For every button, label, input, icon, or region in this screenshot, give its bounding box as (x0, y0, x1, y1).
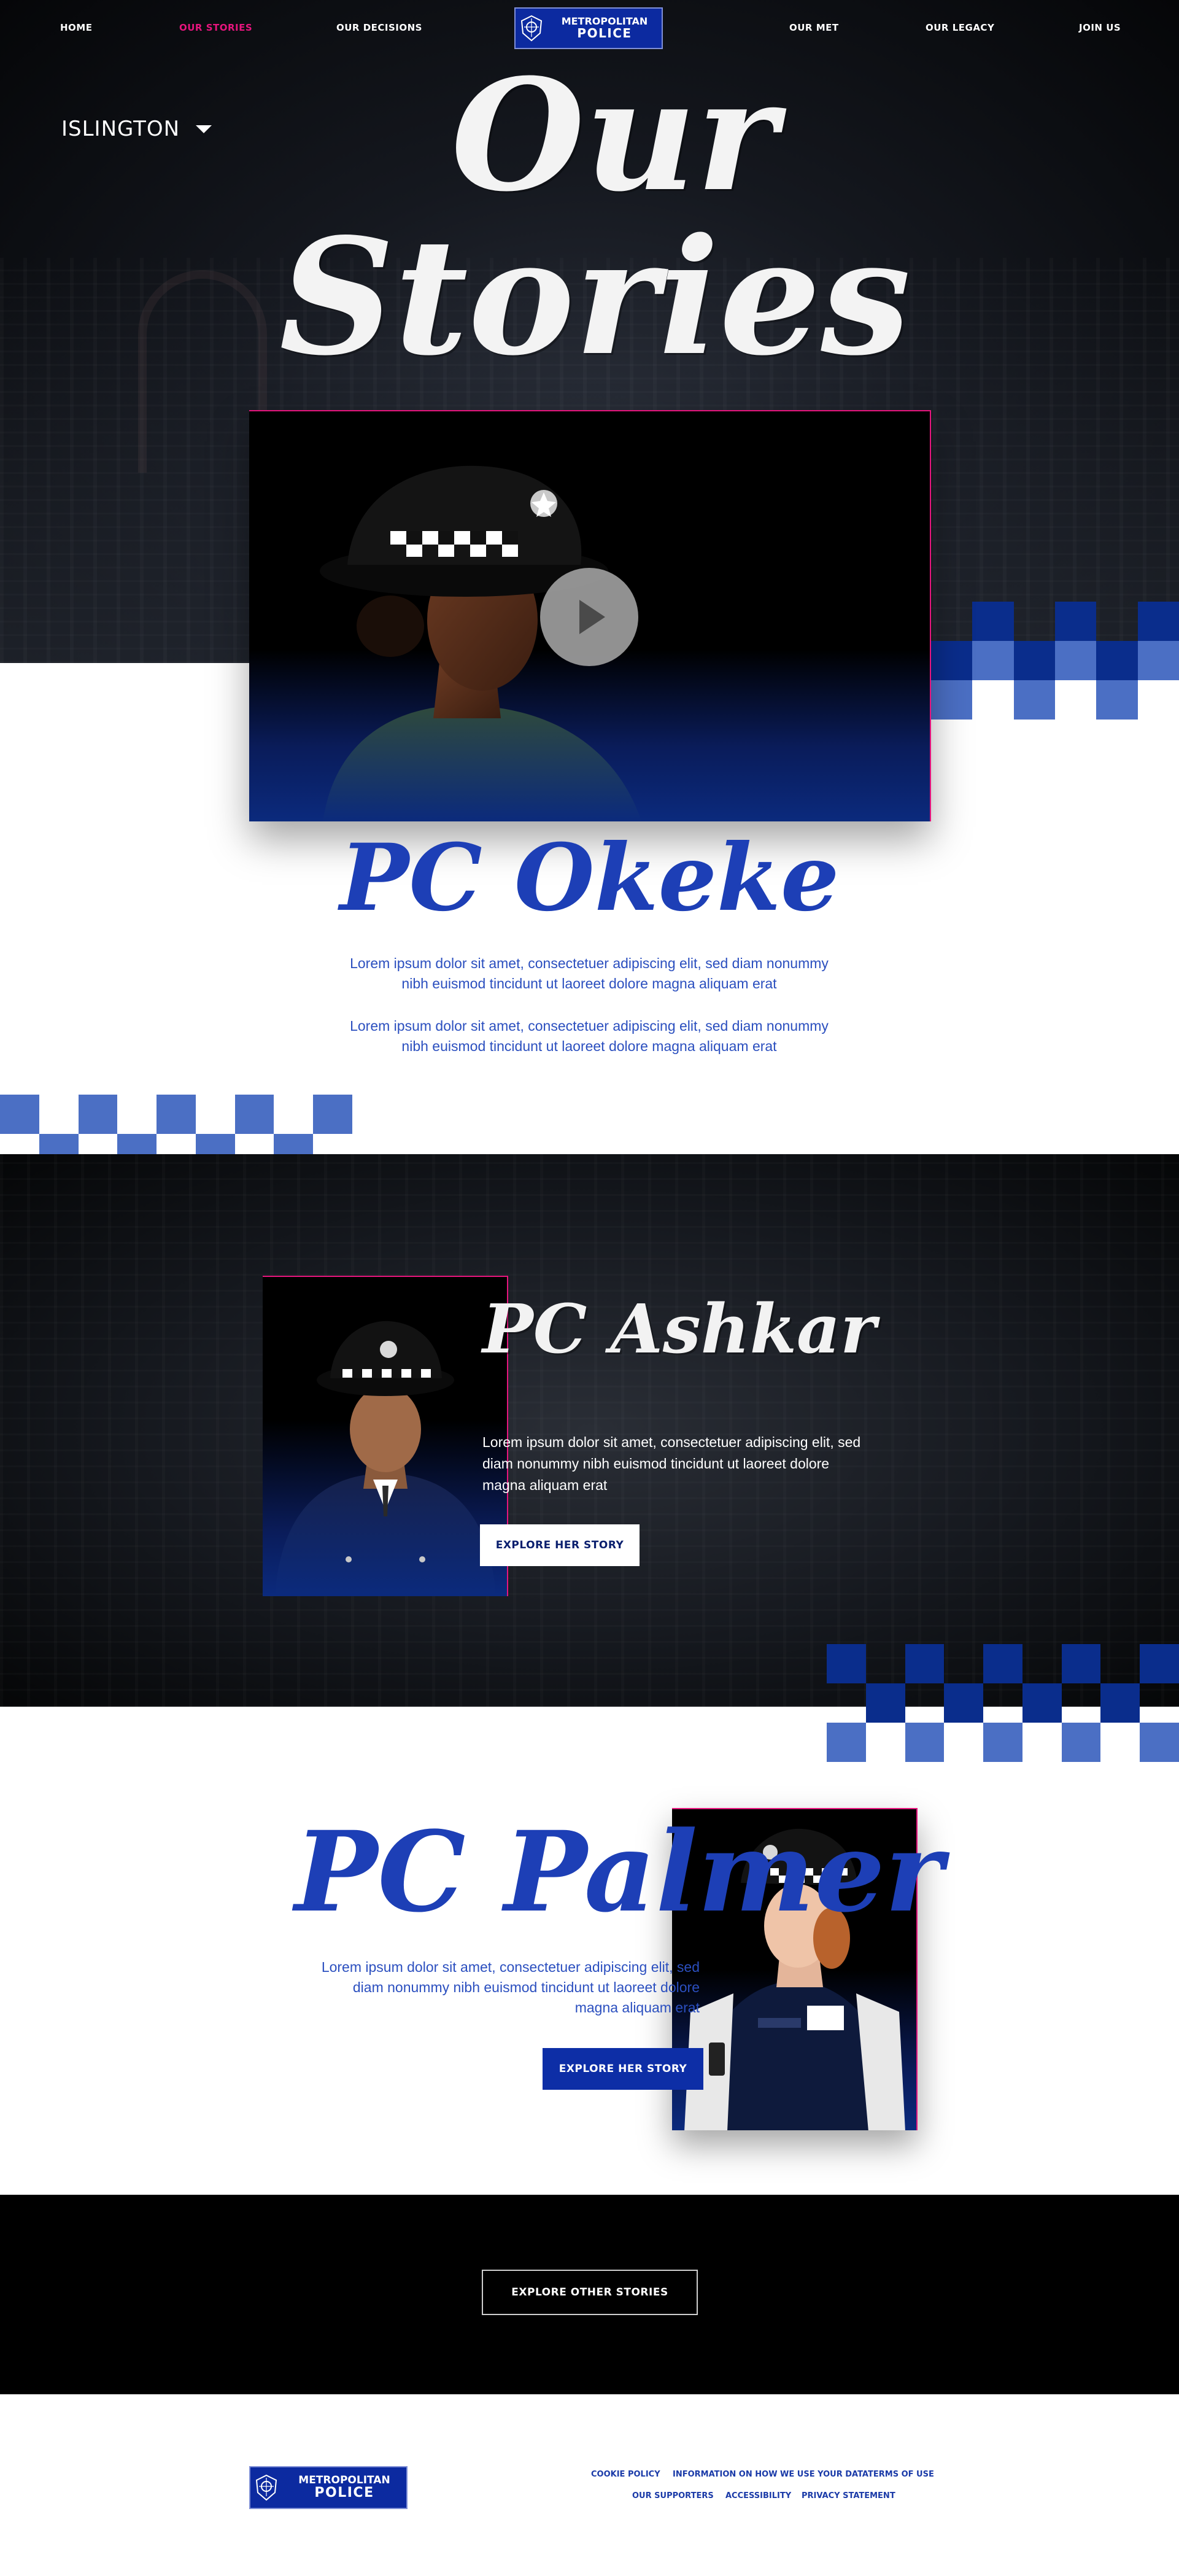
checker-pattern-right (827, 1644, 1179, 1762)
footer-link-accessibility[interactable]: ACCESSIBILITY (725, 2491, 791, 2500)
footer-logo-line-1: METROPOLITAN (298, 2473, 390, 2486)
ashkar-photo-card (263, 1276, 508, 1596)
hero-title-line-2: Stories (279, 204, 911, 391)
city-arch-decoration (138, 270, 267, 473)
met-logo-header[interactable]: METROPOLITAN POLICE (514, 7, 663, 49)
play-icon (579, 600, 605, 634)
borough-selector[interactable]: ISLINGTON (61, 117, 212, 141)
palmer-explore-button[interactable]: EXPLORE HER STORY (543, 2048, 703, 2090)
ashkar-paragraph: Lorem ipsum dolor sit amet, consectetuer… (482, 1434, 861, 1493)
explore-section: EXPLORE OTHER STORIES (0, 2195, 1179, 2394)
chevron-down-icon (196, 125, 212, 133)
logo-line-2: POLICE (577, 25, 632, 41)
okeke-paragraph-1: Lorem ipsum dolor sit amet, consectetuer… (350, 955, 829, 991)
palmer-name: PC Palmer (295, 1807, 943, 1937)
met-logo-footer[interactable]: METROPOLITAN POLICE (249, 2466, 408, 2509)
play-button[interactable] (540, 568, 638, 666)
footer-link-data-usage[interactable]: INFORMATION ON HOW WE USE YOUR DATA (673, 2470, 868, 2479)
footer-link-privacy[interactable]: PRIVACY STATEMENT (802, 2491, 895, 2500)
nav-our-met[interactable]: OUR MET (789, 22, 839, 33)
nav-home[interactable]: HOME (60, 22, 92, 33)
explore-other-stories-button[interactable]: EXPLORE OTHER STORIES (482, 2270, 698, 2315)
crest-icon (516, 12, 547, 44)
footer-link-terms[interactable]: TERMS OF USE (868, 2470, 934, 2479)
nav-our-stories[interactable]: OUR STORIES (179, 22, 252, 33)
borough-label: ISLINGTON (61, 117, 180, 141)
footer-link-supporters[interactable]: OUR SUPPORTERS (632, 2491, 714, 2500)
footer-logo-line-2: POLICE (314, 2485, 374, 2501)
footer-link-cookie-policy[interactable]: COOKIE POLICY (591, 2470, 660, 2479)
okeke-paragraph-2: Lorem ipsum dolor sit amet, consectetuer… (350, 1018, 829, 1054)
nav-our-legacy[interactable]: OUR LEGACY (926, 22, 994, 33)
checker-pattern-hero (931, 602, 1179, 720)
officer-ashkar-photo (275, 1321, 496, 1596)
palmer-paragraph: Lorem ipsum dolor sit amet, consectetuer… (321, 1959, 700, 2015)
hero-title-line-1: Our (451, 45, 778, 225)
nav-join-us[interactable]: JOIN US (1079, 22, 1121, 33)
ashkar-explore-button[interactable]: EXPLORE HER STORY (480, 1524, 640, 1566)
ashkar-section: PC Ashkar Lorem ipsum dolor sit amet, co… (0, 1154, 1179, 1707)
city-background-2 (0, 1154, 1179, 1707)
nav-our-decisions[interactable]: OUR DECISIONS (336, 22, 422, 33)
video-card[interactable] (249, 410, 931, 821)
okeke-name: PC Okeke (339, 824, 840, 932)
ashkar-name: PC Ashkar (482, 1289, 876, 1368)
crest-icon (250, 2472, 282, 2504)
